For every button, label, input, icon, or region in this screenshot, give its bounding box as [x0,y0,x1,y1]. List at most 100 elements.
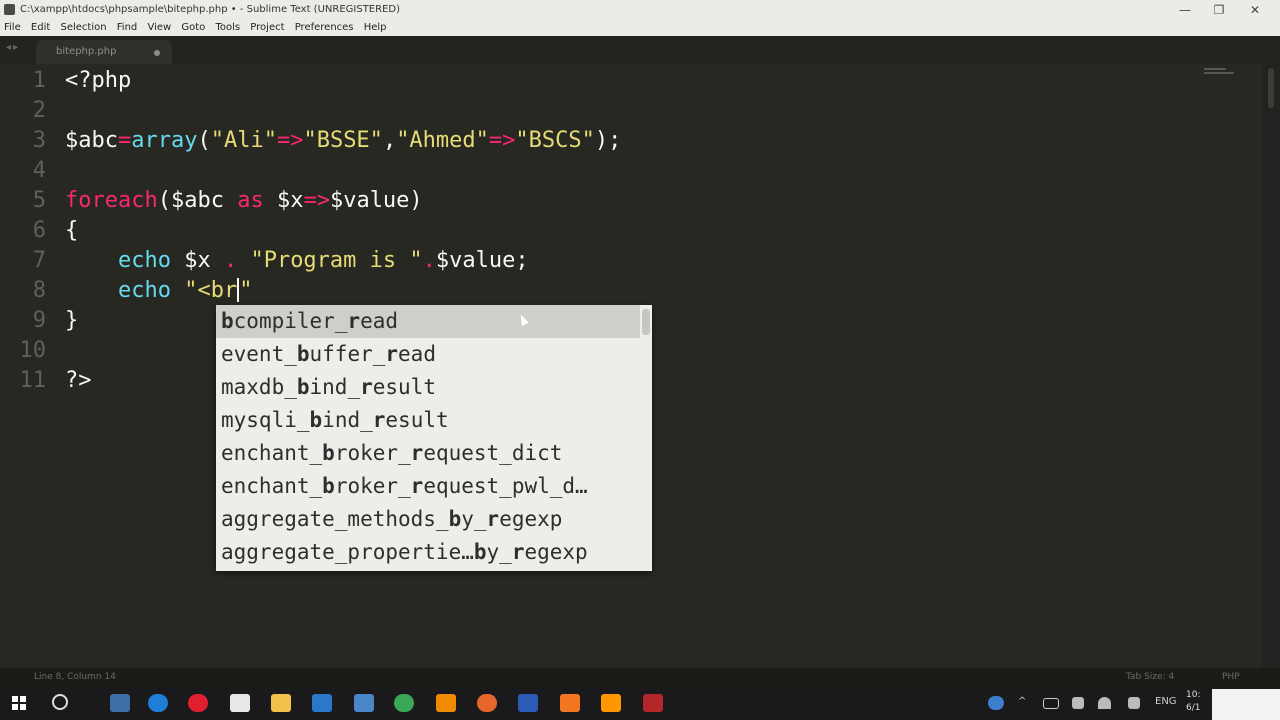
code-token: "BSSE" [303,128,383,153]
usb-icon[interactable] [1072,697,1084,709]
unsaved-dot-icon[interactable] [154,50,160,56]
menu-tools[interactable]: Tools [211,20,243,36]
code-token: "<br [184,278,238,303]
menu-view[interactable]: View [143,20,174,36]
code-token: => [303,188,330,213]
tab-bitephp[interactable]: bitephp.php [36,40,172,64]
menu-help[interactable]: Help [360,20,390,36]
scrollbar-thumb[interactable] [1268,68,1274,108]
volume-icon[interactable] [1128,697,1140,709]
code-token: ); [594,128,622,153]
tab-size[interactable]: Tab Size: 4 [1126,668,1174,686]
completion-text: esult [385,408,449,432]
code-token: as [237,188,264,213]
store-icon[interactable] [230,694,250,712]
task-view-icon[interactable] [110,694,130,712]
code-token: $x [263,188,304,213]
line-number: 5 [32,188,46,213]
language-indicator[interactable]: ENG [1155,696,1177,707]
autocomplete-item[interactable]: event_buffer_read [216,338,640,371]
code-line[interactable]: { [65,216,78,246]
autocomplete-item[interactable]: bcompiler_read [216,305,640,338]
tab-nav-arrows-icon[interactable]: ◂▸ [6,42,20,53]
maximize-button[interactable]: ❐ [1202,0,1236,20]
autocomplete-scrollbar[interactable] [642,309,650,335]
title-bar: C:\xampp\htdocs\phpsample\bitephp.php • … [0,0,1280,20]
wifi-icon[interactable] [1098,697,1111,709]
minimize-button[interactable]: — [1168,0,1202,20]
vlc-icon[interactable] [436,694,456,712]
code-token: = [117,128,132,153]
cursor-position[interactable]: Line 8, Column 14 [34,668,116,686]
mail-icon[interactable] [312,694,332,712]
close-button[interactable]: ✕ [1238,0,1272,20]
code-line[interactable]: $abc=array("Ali"=>"BSSE","Ahmed"=>"BSCS"… [65,126,621,156]
line-number: 9 [32,308,46,333]
photos-icon[interactable] [354,694,374,712]
code-line[interactable]: foreach($abc as $x=>$value) [65,186,423,216]
code-line[interactable]: ?> [65,366,92,396]
match-highlight: b [448,507,462,531]
sublime-text-icon[interactable] [601,694,621,712]
completion-text: aggregate_propertie… [221,540,474,564]
menu-edit[interactable]: Edit [27,20,53,36]
code-token: "Program is " [250,248,423,273]
menu-project[interactable]: Project [246,20,287,36]
code-token: array [131,128,198,153]
autocomplete-item[interactable]: aggregate_propertie…by_regexp [216,536,640,569]
notification-overlay [1212,689,1280,720]
code-token: , [382,128,397,153]
chrome-icon[interactable] [394,694,414,712]
code-token: . [422,248,436,273]
line-number: 10 [19,338,47,363]
autocomplete-popup[interactable]: bcompiler_read event_buffer_read maxdb_bin… [216,305,652,571]
menu-find[interactable]: Find [113,20,141,36]
line-number: 2 [32,98,46,123]
vertical-scrollbar[interactable] [1262,64,1280,668]
windows-start-icon[interactable] [12,696,26,710]
completion-text: egexp [524,540,588,564]
xampp-icon[interactable] [560,694,580,712]
word-icon[interactable] [518,694,538,712]
menu-file[interactable]: File [0,20,24,36]
code-token: => [488,128,516,153]
code-token: echo [117,278,171,303]
code-line[interactable]: echo "<br" [65,276,252,306]
firefox-icon[interactable] [477,694,497,712]
search-icon[interactable] [52,694,68,710]
clock[interactable]: 10: 6/1 [1186,689,1200,715]
autocomplete-item[interactable]: maxdb_bind_result [216,371,640,404]
menu-preferences[interactable]: Preferences [291,20,357,36]
code-token: $value) [329,188,423,213]
menu-goto[interactable]: Goto [177,20,208,36]
match-highlight: r [511,540,525,564]
file-explorer-icon[interactable] [271,694,291,712]
network-tray-icon[interactable] [988,696,1004,710]
code-line[interactable]: <?php [65,66,131,96]
completion-text: y_ [486,540,512,564]
tray-chevron-icon[interactable]: ^ [1018,696,1026,707]
menu-selection[interactable]: Selection [56,20,109,36]
autocomplete-item[interactable]: aggregate_methods_by_regexp [216,503,640,536]
autocomplete-item[interactable]: enchant_broker_request_pwl_d… [216,470,640,503]
battery-icon[interactable] [1043,698,1059,709]
line-number: 6 [32,218,46,243]
menu-bar: File Edit Selection Find View Goto Tools… [0,20,1280,36]
match-highlight: r [486,507,500,531]
minimap[interactable] [1204,68,1234,78]
match-highlight: b [322,441,335,465]
code-token: ?> [65,368,92,393]
code-line[interactable]: echo $x . "Program is ".$value; [65,246,529,276]
syntax-mode[interactable]: PHP [1222,668,1240,686]
media-player-icon[interactable] [643,694,663,712]
match-highlight: r [347,309,361,333]
match-highlight: b [322,474,335,498]
autocomplete-item[interactable]: enchant_broker_request_dict [216,437,640,470]
code-token: echo [117,248,171,273]
opera-icon[interactable] [188,694,208,712]
edge-icon[interactable] [148,694,168,712]
code-line[interactable]: } [65,306,78,336]
autocomplete-item[interactable]: mysqli_bind_result [216,404,640,437]
